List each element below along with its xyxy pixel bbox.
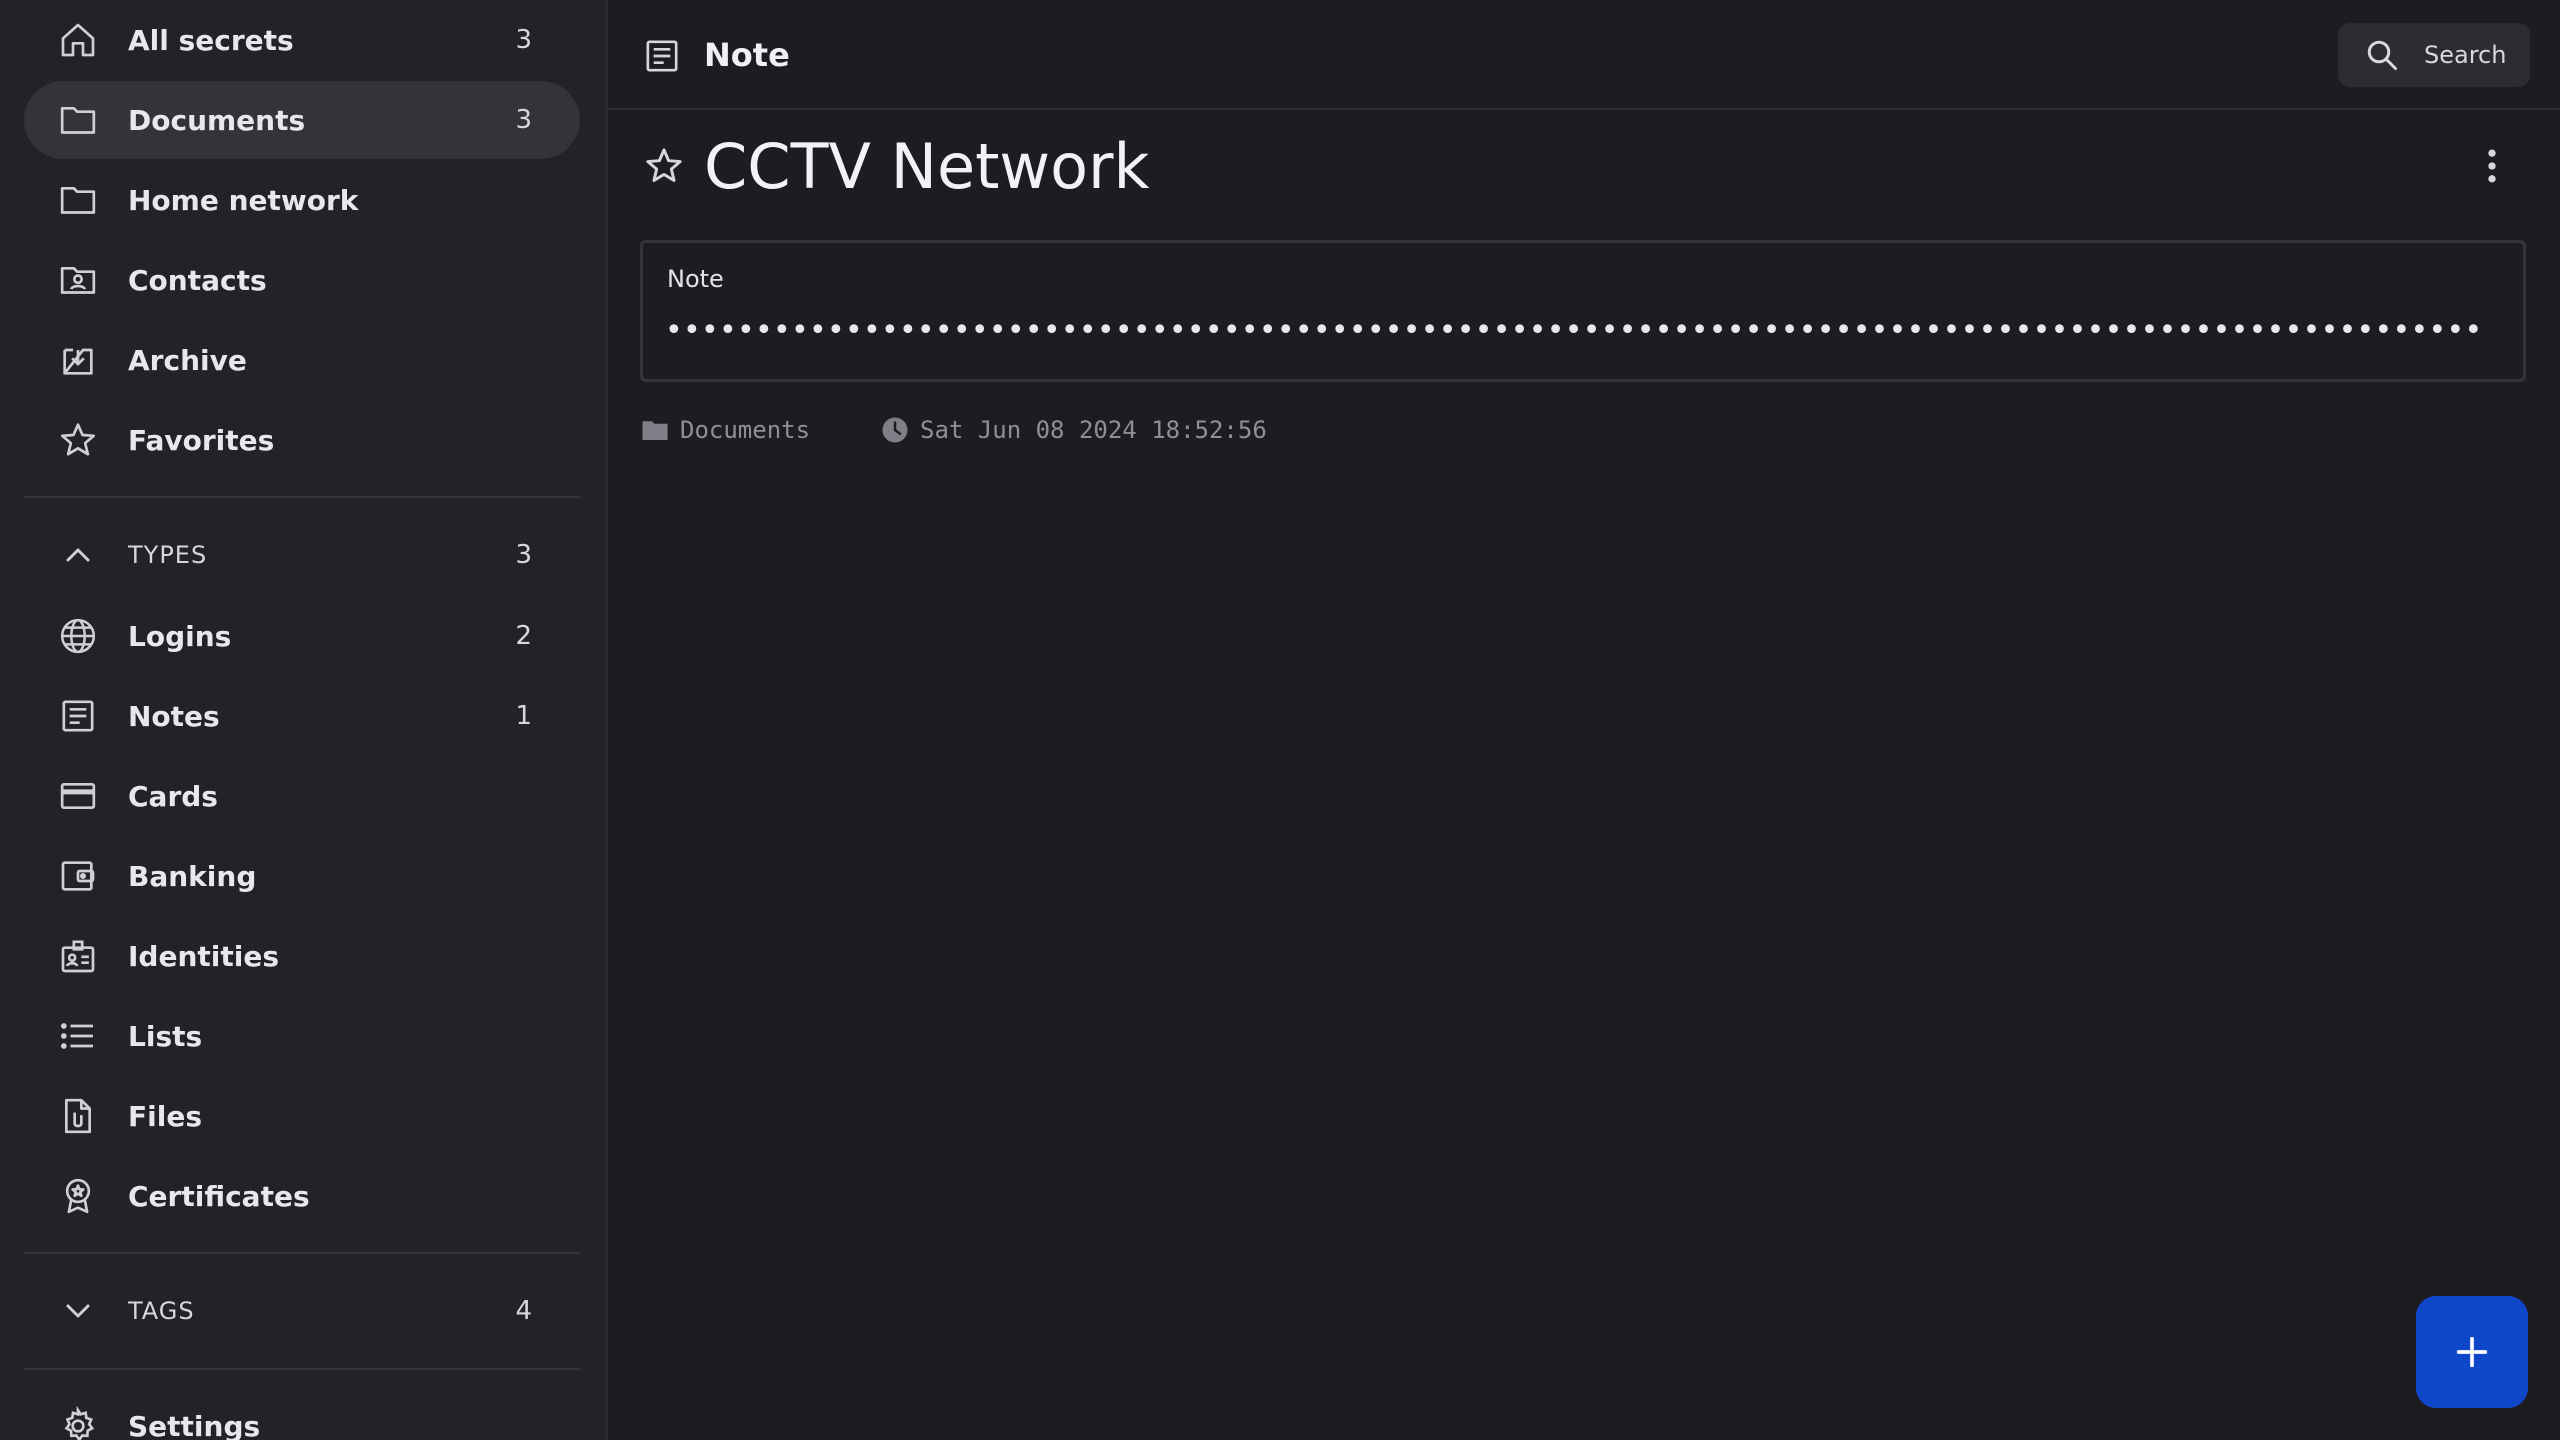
note-field[interactable]: Note •••••••••••••••••••••••••••••••••••… (640, 240, 2526, 382)
sidebar-item-label: Settings (128, 1409, 261, 1440)
wallet-icon (58, 856, 98, 896)
sidebar-item-contacts[interactable]: Contacts (24, 241, 580, 319)
main-panel: Note Search CCTV Network Note ••••••••••… (608, 0, 2560, 1440)
meta-folder-label: Documents (680, 416, 811, 444)
meta-folder[interactable]: Documents (640, 412, 810, 448)
sidebar-item-lists[interactable]: Lists (24, 997, 580, 1075)
tags-section-label: TAGS (128, 1297, 195, 1325)
archive-icon (58, 340, 98, 380)
meta-timestamp-label: Sat Jun 08 2024 18:52:56 (920, 416, 1267, 444)
sidebar-item-label: Banking (128, 859, 257, 893)
sidebar-item-documents[interactable]: Documents 3 (24, 81, 580, 159)
sidebar-item-label: All secrets (128, 23, 294, 57)
meta-timestamp: Sat Jun 08 2024 18:52:56 (880, 412, 1267, 448)
tags-section-toggle[interactable]: TAGS 4 (24, 1276, 580, 1346)
sidebar-item-label: Lists (128, 1019, 203, 1053)
chevron-up-icon (58, 535, 98, 575)
top-bar: Note Search (608, 0, 2560, 110)
note-field-value[interactable]: ••••••••••••••••••••••••••••••••••••••••… (665, 313, 2505, 348)
sidebar-item-all-secrets[interactable]: All secrets 3 (24, 1, 580, 79)
sidebar-item-certificates[interactable]: Certificates (24, 1157, 580, 1235)
sidebar-item-notes[interactable]: Notes 1 (24, 677, 580, 755)
sidebar-item-label: Certificates (128, 1179, 310, 1213)
certificate-icon (58, 1176, 98, 1216)
more-options-icon[interactable] (2470, 144, 2514, 188)
folder-icon (58, 100, 98, 140)
favorite-star-icon[interactable] (642, 144, 686, 188)
note-field-label: Note (667, 265, 724, 293)
item-title: CCTV Network (704, 130, 1150, 203)
sidebar-item-label: Home network (128, 183, 359, 217)
types-section-label: TYPES (128, 541, 208, 569)
tags-section-count: 4 (515, 1296, 532, 1326)
app-window: All secrets 3 Documents 3 Home network C… (0, 0, 2560, 1440)
note-icon (642, 36, 682, 76)
gear-icon (58, 1406, 98, 1440)
sidebar-item-archive[interactable]: Archive (24, 321, 580, 399)
globe-icon (58, 616, 98, 656)
list-icon (58, 1016, 98, 1056)
sidebar-divider (24, 1368, 580, 1370)
sidebar-item-identities[interactable]: Identities (24, 917, 580, 995)
sidebar-item-banking[interactable]: Banking (24, 837, 580, 915)
chevron-down-icon (58, 1291, 98, 1331)
add-item-button[interactable] (2416, 1296, 2528, 1408)
sidebar-divider (24, 1252, 580, 1254)
sidebar-item-cards[interactable]: Cards (24, 757, 580, 835)
sidebar-item-favorites[interactable]: Favorites (24, 401, 580, 479)
sidebar-item-count: 2 (515, 621, 532, 651)
folder-icon (58, 180, 98, 220)
sidebar-item-label: Contacts (128, 263, 267, 297)
star-icon (58, 420, 98, 460)
sidebar: All secrets 3 Documents 3 Home network C… (0, 0, 608, 1440)
id-badge-icon (58, 936, 98, 976)
sidebar-item-count: 1 (515, 701, 532, 731)
item-title-row: CCTV Network (608, 120, 2560, 220)
folder-icon (642, 421, 668, 440)
home-icon (58, 20, 98, 60)
types-section-count: 3 (515, 540, 532, 570)
page-title: Note (704, 36, 790, 74)
note-icon (58, 696, 98, 736)
sidebar-item-files[interactable]: Files (24, 1077, 580, 1155)
types-section-toggle[interactable]: TYPES 3 (24, 520, 580, 590)
contacts-folder-icon (58, 260, 98, 300)
sidebar-item-label: Archive (128, 343, 247, 377)
sidebar-item-label: Favorites (128, 423, 275, 457)
sidebar-item-label: Files (128, 1099, 202, 1133)
credit-card-icon (58, 776, 98, 816)
sidebar-item-count: 3 (515, 25, 532, 55)
clock-icon (882, 417, 908, 443)
search-icon (2367, 40, 2397, 70)
sidebar-item-label: Logins (128, 619, 232, 653)
sidebar-item-label: Identities (128, 939, 280, 973)
sidebar-item-label: Notes (128, 699, 220, 733)
sidebar-item-count: 3 (515, 105, 532, 135)
sidebar-item-label: Documents (128, 103, 306, 137)
search-button-label: Search (2424, 41, 2507, 69)
sidebar-item-settings[interactable]: Settings (24, 1387, 580, 1440)
sidebar-item-logins[interactable]: Logins 2 (24, 597, 580, 675)
sidebar-item-home-network[interactable]: Home network (24, 161, 580, 239)
sidebar-divider (24, 496, 580, 498)
plus-icon (2456, 1336, 2488, 1368)
search-button[interactable]: Search (2338, 23, 2530, 87)
sidebar-item-label: Cards (128, 779, 218, 813)
file-attachment-icon (58, 1096, 98, 1136)
